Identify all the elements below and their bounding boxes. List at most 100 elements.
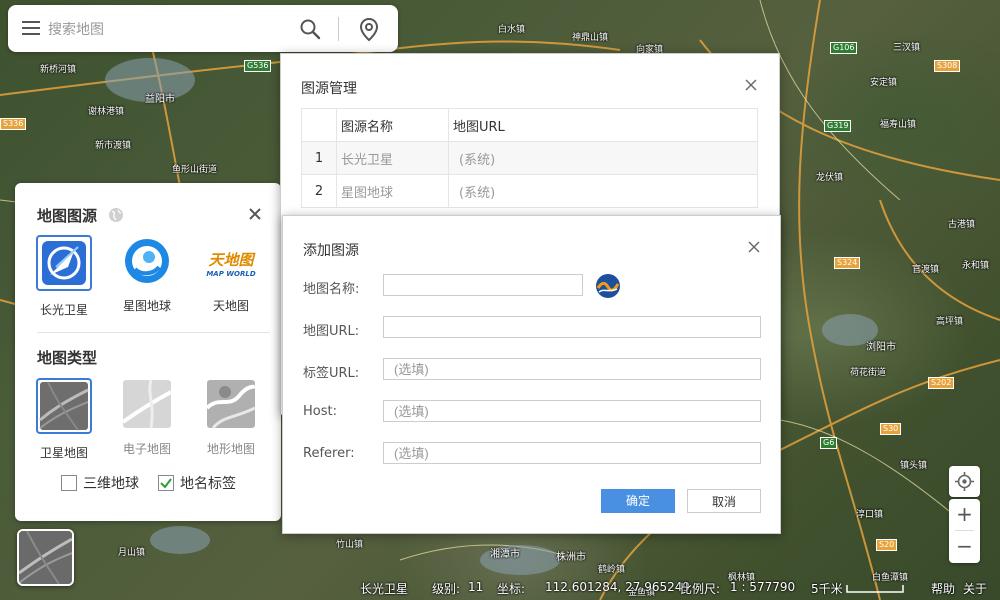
source-changguang[interactable]: 长光卫星 bbox=[35, 235, 93, 318]
close-icon[interactable] bbox=[248, 207, 262, 221]
map-place-label: 神鼎山镇 bbox=[572, 33, 609, 43]
source-xingtu[interactable]: 星图地球 bbox=[118, 235, 176, 314]
road-badge: G6 bbox=[820, 437, 838, 449]
help-link[interactable]: 帮助 bbox=[931, 580, 955, 597]
map-place-label: 淳口镇 bbox=[856, 510, 884, 520]
source-table: 图源名称 地图URL 1 长光卫星 (系统) 2 星图地球 (系统) bbox=[301, 108, 758, 208]
close-icon[interactable] bbox=[745, 79, 757, 91]
search-divider bbox=[338, 17, 339, 41]
checkbox-box-checked[interactable] bbox=[158, 475, 174, 491]
source-label: 星图地球 bbox=[122, 299, 171, 313]
type-label: 地形地图 bbox=[206, 442, 255, 456]
map-place-label: 湘潭市 bbox=[490, 549, 520, 560]
type-terrain[interactable]: 地形地图 bbox=[202, 378, 260, 457]
map-place-label: 谢林港镇 bbox=[88, 107, 125, 117]
field-label-host: Host: bbox=[303, 404, 337, 419]
map-source-panel: 地图图源 长光卫星 星图地球 天地图 MAP WORLD 天地图 地图类型 卫星… bbox=[15, 183, 281, 521]
table-row[interactable]: 1 长光卫星 (系统) bbox=[301, 141, 758, 175]
zoom-in-button[interactable]: + bbox=[949, 499, 980, 530]
host-input[interactable] bbox=[383, 400, 761, 422]
close-icon[interactable] bbox=[748, 241, 760, 253]
field-label-name: 地图名称: bbox=[303, 282, 360, 297]
map-place-label: 益阳市 bbox=[145, 94, 175, 105]
road-badge: G319 bbox=[824, 120, 852, 132]
road-badge: S336 bbox=[0, 118, 27, 130]
search-input[interactable] bbox=[46, 17, 290, 41]
source-label: 长光卫星 bbox=[39, 303, 88, 317]
dialog-title: 添加图源 bbox=[303, 243, 359, 259]
row-index: 2 bbox=[301, 174, 337, 208]
status-bar: 长光卫星 级别: 11 坐标: 112.601284, 27.965249 比例… bbox=[0, 577, 1000, 600]
map-place-label: 官渡镇 bbox=[912, 265, 940, 275]
electronic-map-thumb-icon bbox=[121, 378, 173, 430]
cancel-button[interactable]: 取消 bbox=[687, 489, 761, 513]
type-title: 地图类型 bbox=[37, 349, 98, 367]
map-place-label: 株洲市 bbox=[556, 552, 586, 563]
referer-input[interactable] bbox=[383, 442, 761, 464]
globe-icon bbox=[108, 207, 124, 227]
map-name-input[interactable] bbox=[383, 274, 583, 296]
column-header bbox=[301, 108, 337, 142]
column-header: 地图URL bbox=[448, 108, 758, 142]
map-place-label: 安定镇 bbox=[870, 78, 898, 88]
changguang-logo-icon bbox=[36, 235, 92, 291]
map-place-label: 镇头镇 bbox=[900, 461, 928, 471]
status-level: 11 bbox=[468, 580, 484, 594]
source-tianditu[interactable]: 天地图 MAP WORLD 天地图 bbox=[202, 235, 260, 314]
type-label: 电子地图 bbox=[122, 442, 171, 456]
table-header: 图源名称 地图URL bbox=[301, 108, 758, 142]
menu-icon[interactable] bbox=[22, 21, 40, 35]
map-place-label: 鹤岭镇 bbox=[598, 565, 626, 575]
satellite-map-thumb-icon bbox=[36, 378, 92, 434]
table-row[interactable]: 2 星图地球 (系统) bbox=[301, 174, 758, 208]
map-place-label: 古港镇 bbox=[948, 220, 976, 230]
about-link[interactable]: 关于 bbox=[963, 580, 987, 597]
checkbox-label: 地名标签 bbox=[180, 476, 236, 492]
field-label-label-url: 标签URL: bbox=[303, 366, 360, 381]
xingtu-logo-icon bbox=[121, 235, 173, 287]
row-url: (系统) bbox=[448, 174, 758, 208]
type-satellite[interactable]: 卫星地图 bbox=[35, 378, 93, 461]
source-label: 天地图 bbox=[212, 299, 249, 313]
map-place-label: 白水镇 bbox=[498, 25, 526, 35]
road-badge: S324 bbox=[834, 257, 861, 269]
locate-button[interactable] bbox=[949, 466, 980, 497]
column-header: 图源名称 bbox=[336, 108, 449, 142]
confirm-button[interactable]: 确定 bbox=[601, 489, 675, 513]
search-bar bbox=[8, 5, 398, 52]
row-url: (系统) bbox=[448, 141, 758, 175]
source-logo-icon[interactable] bbox=[595, 273, 621, 303]
status-coord: 112.601284, 27.965249 bbox=[545, 580, 691, 594]
row-index: 1 bbox=[301, 141, 337, 175]
scale-bar-label: 5千米 bbox=[811, 582, 843, 596]
status-scale-label: 比例尺: bbox=[680, 582, 721, 596]
status-scale: 1 : 577790 bbox=[730, 580, 796, 594]
scale-bar bbox=[846, 583, 904, 597]
road-badge: S308 bbox=[934, 60, 961, 72]
checkbox-box[interactable] bbox=[61, 475, 77, 491]
map-place-label: 福寿山镇 bbox=[880, 120, 917, 130]
tianditu-logo-icon: 天地图 MAP WORLD bbox=[206, 251, 256, 278]
road-badge: G106 bbox=[830, 42, 858, 54]
type-label: 卫星地图 bbox=[39, 446, 88, 460]
type-electronic[interactable]: 电子地图 bbox=[118, 378, 176, 457]
field-label-url: 地图URL: bbox=[303, 324, 360, 339]
label-url-input[interactable] bbox=[383, 358, 761, 380]
field-label-referer: Referer: bbox=[303, 446, 355, 461]
zoom-out-button[interactable]: − bbox=[949, 531, 980, 562]
map-place-label: 荷花街道 bbox=[850, 368, 887, 378]
map-place-label: 新市渡镇 bbox=[95, 141, 132, 151]
checkbox-label: 三维地球 bbox=[83, 476, 139, 492]
zoom-control: + − bbox=[949, 499, 980, 563]
road-badge: S30 bbox=[880, 423, 902, 435]
map-place-label: 永和镇 bbox=[962, 261, 990, 271]
status-coord-label: 坐标: bbox=[497, 582, 526, 596]
map-place-label: 浏阳市 bbox=[866, 342, 896, 353]
map-url-input[interactable] bbox=[383, 316, 761, 338]
row-name: 长光卫星 bbox=[336, 141, 449, 175]
road-badge: S202 bbox=[928, 377, 955, 389]
search-icon[interactable] bbox=[298, 17, 322, 41]
status-level-label: 级别: bbox=[432, 582, 461, 596]
location-pin-icon[interactable] bbox=[356, 16, 382, 42]
map-place-label: 新桥河镇 bbox=[40, 65, 77, 75]
